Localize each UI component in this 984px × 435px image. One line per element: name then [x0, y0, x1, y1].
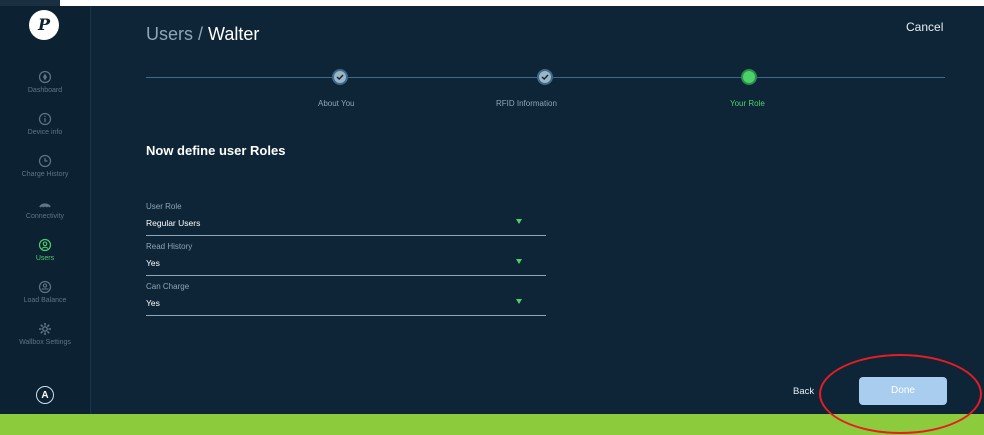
check-icon — [336, 74, 344, 80]
sidebar-item-load-balance[interactable]: Load Balance — [0, 280, 90, 304]
clock-icon — [38, 154, 52, 168]
breadcrumb-parent[interactable]: Users / — [146, 24, 203, 44]
dropdown-arrow-icon — [516, 259, 522, 264]
avatar[interactable]: A — [36, 386, 54, 404]
wifi-icon — [39, 203, 51, 208]
sidebar-item-wallbox-settings[interactable]: Wallbox Settings — [0, 322, 90, 346]
sidebar-item-label: Connectivity — [25, 213, 65, 220]
info-icon — [38, 112, 52, 126]
can-charge-field: Can Charge Yes — [146, 282, 546, 316]
sidebar-item-label: Load Balance — [23, 297, 67, 304]
balance-icon — [38, 280, 52, 294]
sidebar-item-charge-history[interactable]: Charge History — [0, 154, 90, 178]
step-about-you-marker — [332, 69, 348, 85]
field-value: Regular Users — [146, 218, 201, 228]
user-icon — [38, 238, 52, 252]
field-label: Read History — [146, 242, 193, 251]
app-window: P Dashboard Device info Charge History C… — [0, 0, 984, 414]
sidebar-item-label: Device info — [27, 129, 63, 136]
step-label-about-you: About You — [318, 99, 355, 108]
field-label: User Role — [146, 202, 182, 211]
logo: P — [29, 10, 59, 40]
read-history-field: Read History Yes — [146, 242, 546, 276]
cancel-button[interactable]: Cancel — [906, 20, 943, 34]
user-role-field: User Role Regular Users — [146, 202, 546, 236]
can-charge-select[interactable]: Yes — [146, 298, 546, 316]
highlight-circle — [819, 354, 982, 434]
sidebar-item-label: Charge History — [21, 171, 69, 178]
user-role-select[interactable]: Regular Users — [146, 218, 546, 236]
step-label-rfid: RFID Information — [496, 99, 557, 108]
check-icon — [541, 74, 549, 80]
field-value: Yes — [146, 298, 160, 308]
field-label: Can Charge — [146, 282, 190, 291]
gear-icon — [39, 323, 51, 335]
sidebar-item-label: Wallbox Settings — [19, 339, 71, 346]
back-button[interactable]: Back — [793, 386, 814, 397]
read-history-select[interactable]: Yes — [146, 258, 546, 276]
dropdown-arrow-icon — [516, 219, 522, 224]
top-strip — [0, 0, 984, 6]
sidebar: P Dashboard Device info Charge History C… — [0, 6, 91, 414]
sidebar-item-label: Dashboard — [27, 87, 63, 94]
sidebar-item-dashboard[interactable]: Dashboard — [0, 70, 90, 94]
sidebar-item-device-info[interactable]: Device info — [0, 112, 90, 136]
breadcrumb-current: Walter — [208, 24, 260, 44]
field-value: Yes — [146, 258, 160, 268]
dropdown-arrow-icon — [516, 299, 522, 304]
sidebar-item-connectivity[interactable]: Connectivity — [0, 196, 90, 220]
step-label-your-role: Your Role — [730, 99, 765, 108]
dashboard-icon — [38, 70, 52, 84]
sidebar-item-users[interactable]: Users — [0, 238, 90, 262]
section-heading: Now define user Roles — [146, 143, 286, 158]
sidebar-item-label: Users — [35, 255, 55, 262]
page-title: Users / Walter — [146, 24, 259, 45]
step-your-role-marker — [741, 69, 757, 85]
step-rfid-marker — [537, 69, 553, 85]
